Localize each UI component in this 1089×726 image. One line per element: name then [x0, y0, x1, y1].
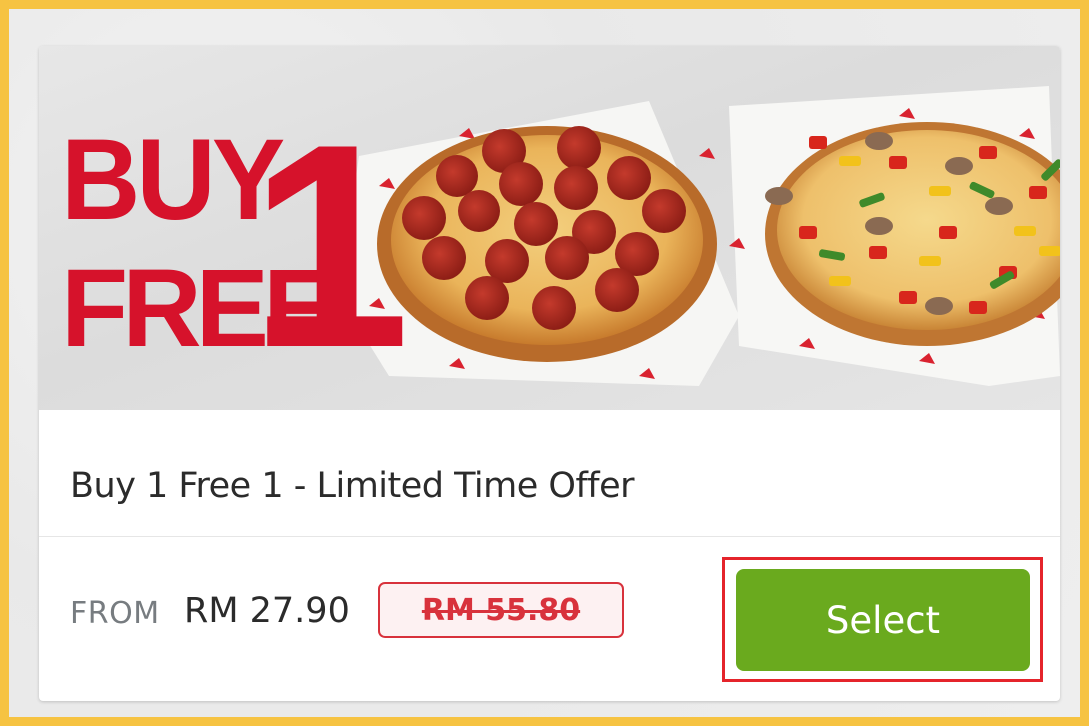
offer-banner[interactable]: BUY FREE 1 — [39, 46, 1060, 410]
from-label: FROM — [70, 596, 160, 631]
offer-title[interactable]: Buy 1 Free 1 - Limited Time Offer — [70, 466, 635, 506]
original-price-badge: RM 55.80 — [378, 582, 624, 638]
divider — [39, 536, 1060, 537]
headline-text: BUY FREE 1 — [61, 84, 410, 408]
banner-image: BUY FREE 1 — [61, 84, 1060, 408]
current-price: RM 27.90 — [184, 591, 350, 631]
select-button[interactable]: Select — [736, 569, 1030, 671]
pepperoni-pizza — [377, 126, 717, 362]
offer-card[interactable]: BUY FREE 1 Buy 1 Free 1 - Limited Time O… — [39, 46, 1060, 701]
app-frame: BUY FREE 1 Buy 1 Free 1 - Limited Time O… — [0, 0, 1089, 726]
